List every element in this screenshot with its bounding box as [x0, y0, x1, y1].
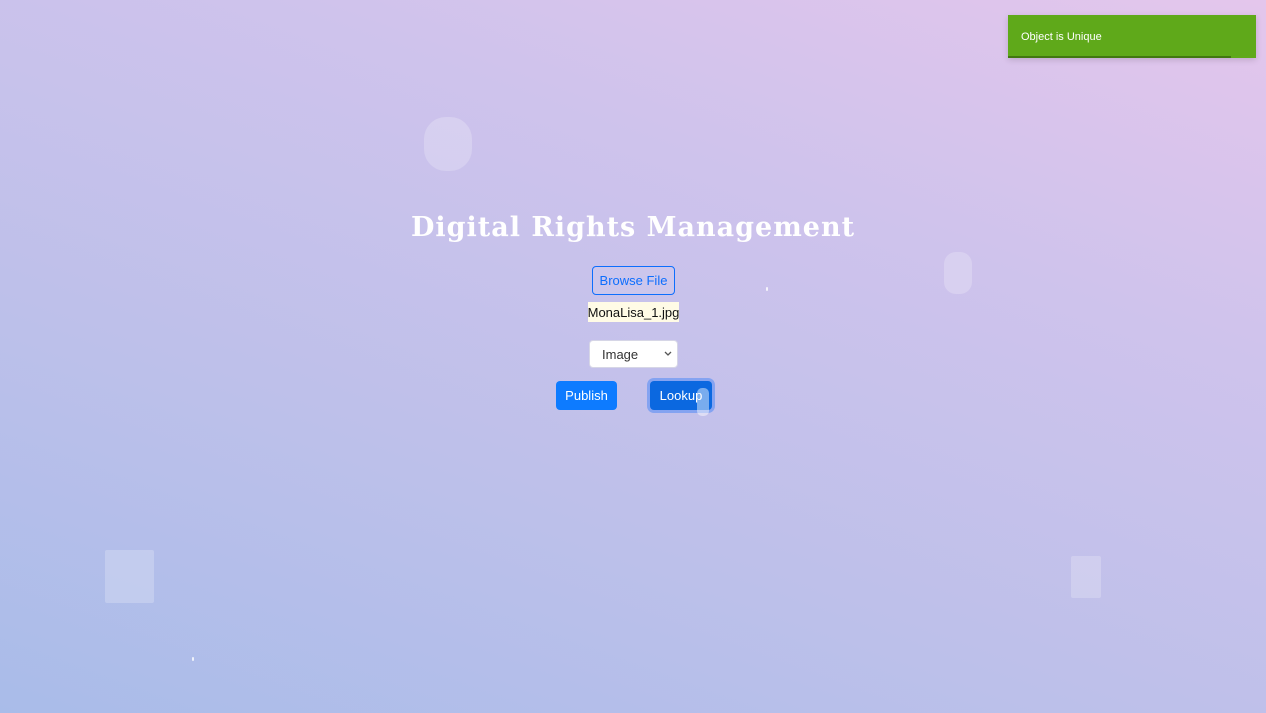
- toast-notification[interactable]: Object is Unique: [1008, 15, 1256, 58]
- decorative-bubble: [1071, 556, 1101, 598]
- decorative-dot: [766, 287, 768, 291]
- decorative-bubble: [424, 117, 472, 171]
- type-select-value: Image: [602, 346, 639, 362]
- browse-file-button[interactable]: Browse File: [592, 266, 675, 295]
- page-title: Digital Rights Management: [410, 212, 856, 243]
- type-select[interactable]: Image: [589, 340, 678, 368]
- publish-button[interactable]: Publish: [556, 381, 617, 410]
- decorative-bubble: [944, 252, 972, 294]
- toast-progress-bar: [1008, 56, 1232, 58]
- decorative-bubble: [105, 550, 154, 603]
- toast-message: Object is Unique: [1021, 30, 1102, 43]
- selected-file-name: MonaLisa_1.jpg: [588, 302, 679, 322]
- decorative-dot: [192, 657, 194, 661]
- chevron-down-icon: [663, 348, 673, 360]
- decorative-bubble: [697, 388, 709, 416]
